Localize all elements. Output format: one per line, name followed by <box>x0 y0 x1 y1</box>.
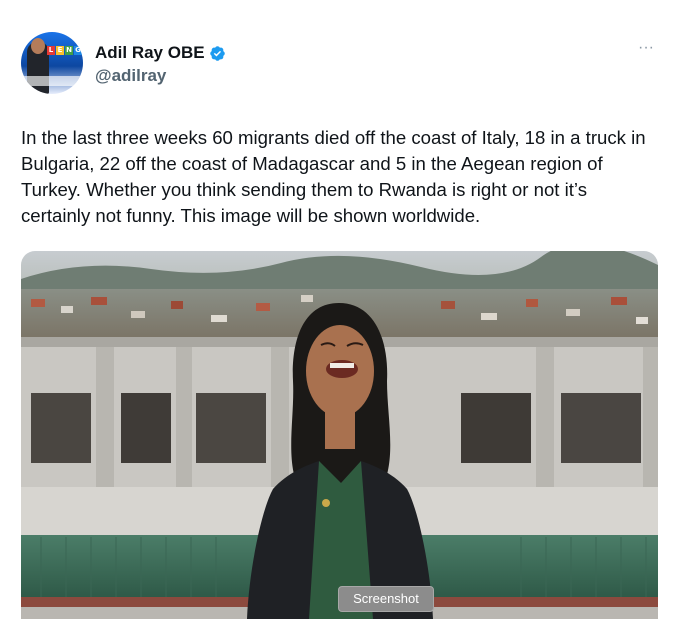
avatar-tile: N <box>65 46 73 55</box>
verified-badge-icon <box>209 45 225 61</box>
author-handle[interactable]: @adilray <box>95 66 166 86</box>
neck <box>325 411 355 449</box>
avatar[interactable]: L E N G <box>21 32 83 94</box>
tweet-photo[interactable] <box>21 251 658 619</box>
avatar-logo-tiles: L E N G <box>47 46 82 55</box>
more-icon[interactable]: ··· <box>638 40 654 56</box>
author-name-row[interactable]: Adil Ray OBE <box>95 43 226 63</box>
screenshot-label: Screenshot <box>338 586 434 612</box>
teeth <box>330 363 354 368</box>
author-display-name[interactable]: Adil Ray OBE <box>95 43 205 63</box>
avatar-tile: L <box>47 46 55 55</box>
top-edge <box>0 0 680 12</box>
mouth <box>326 360 358 378</box>
tweet-text: In the last three weeks 60 migrants died… <box>21 127 646 226</box>
brooch <box>322 499 330 507</box>
avatar-head <box>31 38 45 54</box>
avatar-tile: E <box>56 46 64 55</box>
photo-scene <box>21 251 658 619</box>
avatar-tile: G <box>74 46 82 55</box>
avatar-band <box>21 76 83 86</box>
